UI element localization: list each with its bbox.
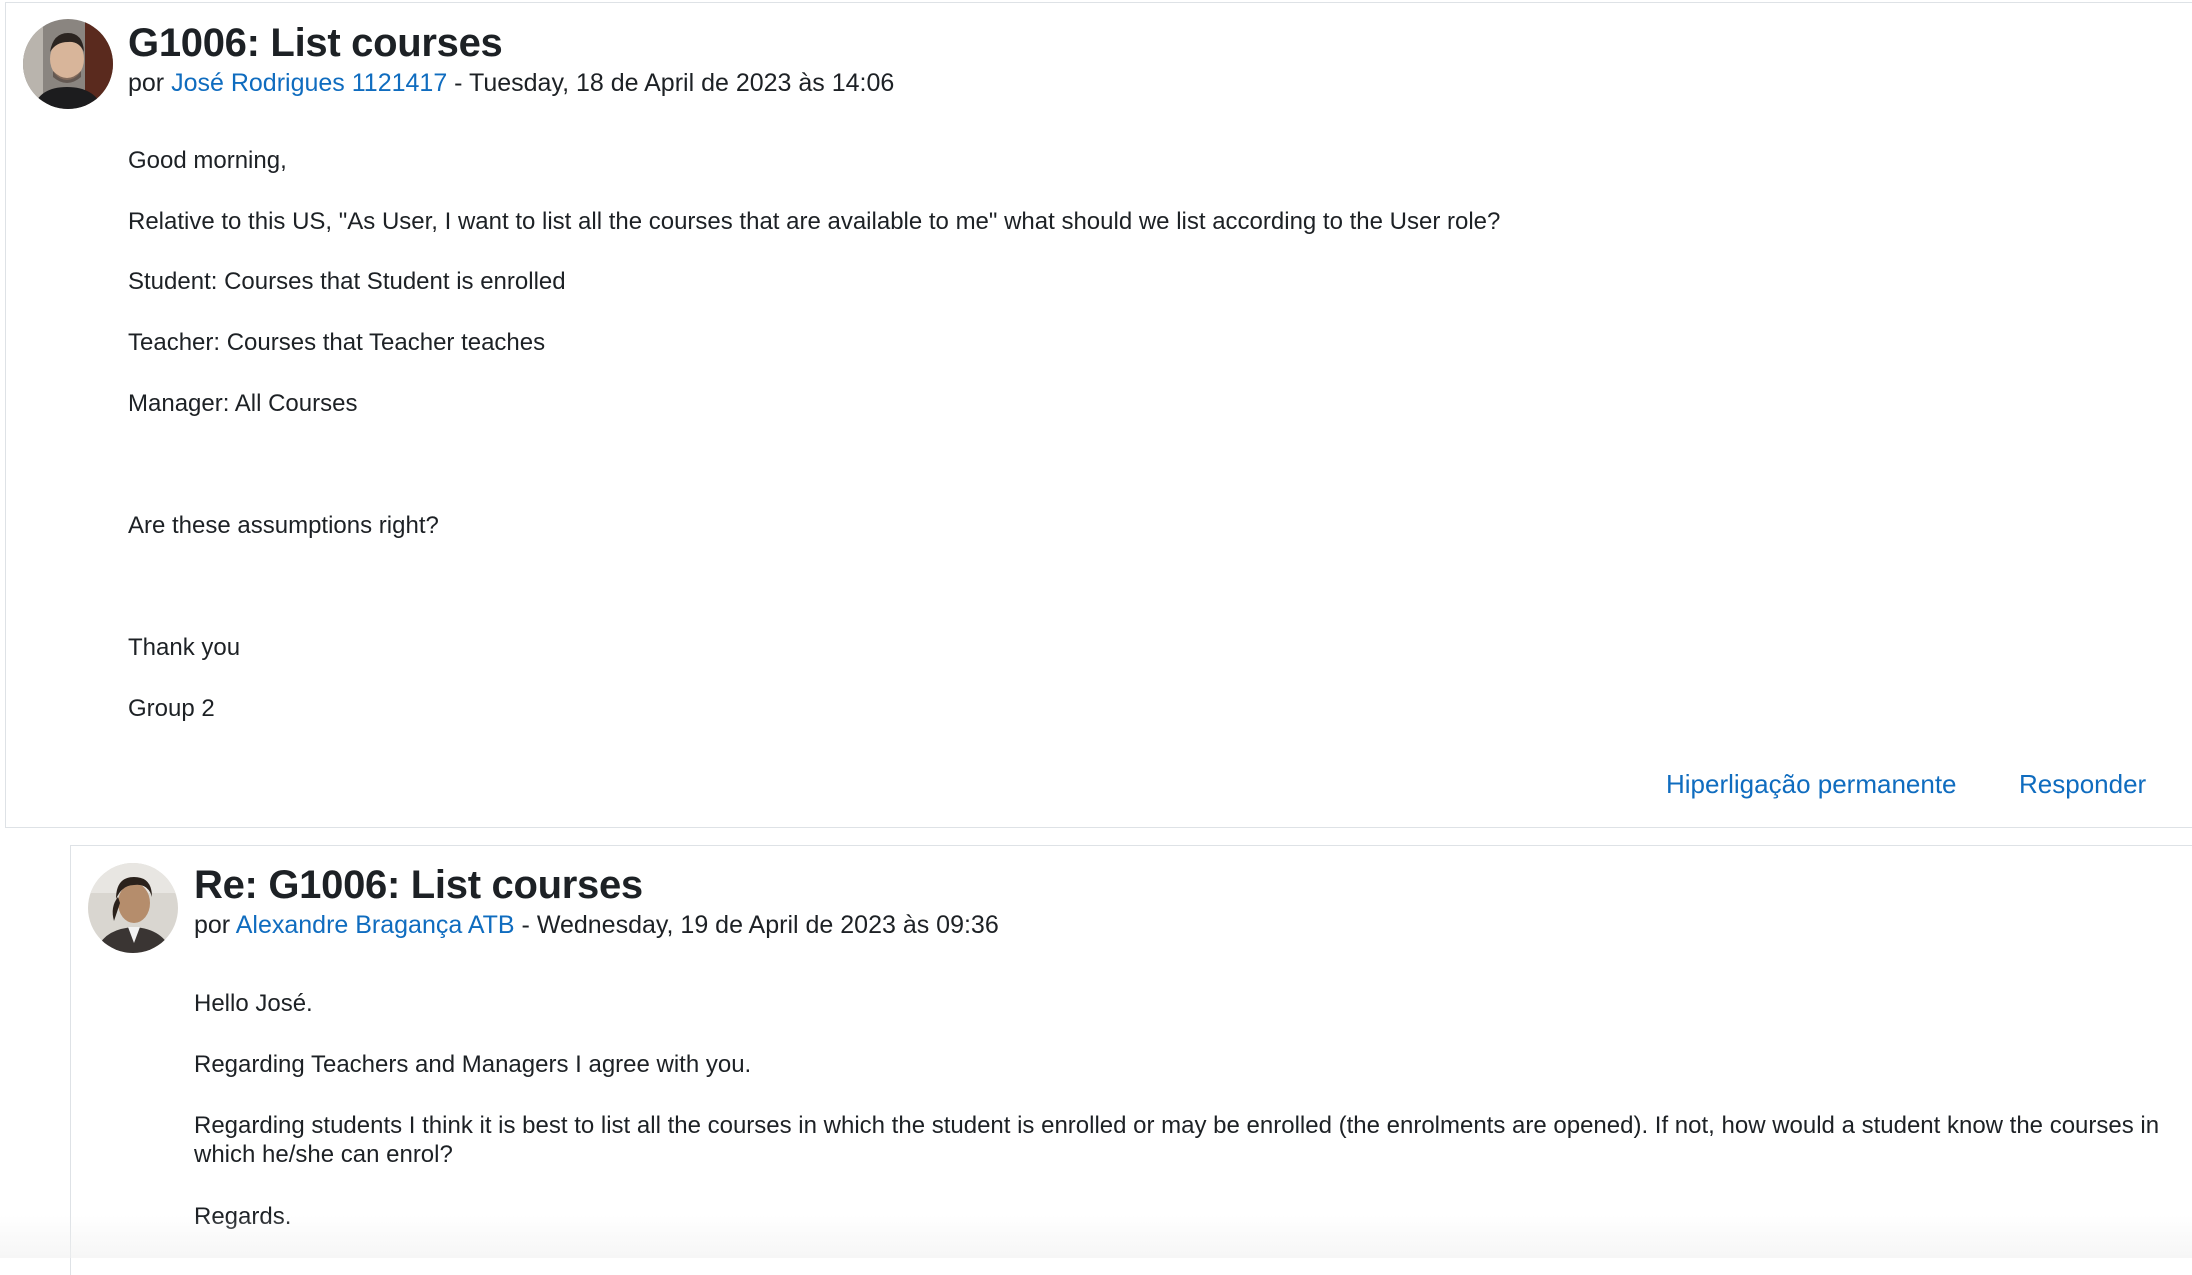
post-paragraph: Good morning, <box>128 147 287 174</box>
byline-prefix: por <box>128 69 165 97</box>
forum-post: G1006: List courses por José Rodrigues 1… <box>5 2 2192 828</box>
post-date: - Wednesday, 19 de April de 2023 às 09:3… <box>521 911 999 939</box>
post-paragraph: Regarding Teachers and Managers I agree … <box>194 1051 752 1078</box>
post-date: - Tuesday, 18 de April de 2023 às 14:06 <box>454 69 895 97</box>
user-photo-icon <box>23 19 113 109</box>
post-title: Re: G1006: List courses <box>194 863 643 907</box>
user-photo-icon <box>88 863 178 953</box>
author-avatar[interactable] <box>88 863 178 953</box>
post-paragraph: Relative to this US, "As User, I want to… <box>128 208 1501 235</box>
post-paragraph: Hello José. <box>194 990 313 1017</box>
forum-reply-post: Re: G1006: List courses por Alexandre Br… <box>70 845 2192 1275</box>
post-title: G1006: List courses <box>128 21 503 65</box>
post-paragraph: Regards. <box>194 1203 292 1230</box>
post-byline: por José Rodrigues 1121417 - Tuesday, 18… <box>128 69 894 98</box>
post-paragraph: Manager: All Courses <box>128 390 358 417</box>
permalink-link[interactable]: Hiperligação permanente <box>1666 769 1957 800</box>
author-link[interactable]: José Rodrigues 1121417 <box>171 69 447 97</box>
author-link[interactable]: Alexandre Bragança ATB <box>236 911 515 939</box>
post-paragraph: Student: Courses that Student is enrolle… <box>128 268 566 295</box>
post-paragraph: Regarding students I think it is best to… <box>194 1112 2160 1168</box>
post-paragraph: Thank you <box>128 634 241 661</box>
post-byline: por Alexandre Bragança ATB - Wednesday, … <box>194 911 999 940</box>
author-avatar[interactable] <box>23 19 113 109</box>
byline-prefix: por <box>194 911 231 939</box>
post-paragraph: Teacher: Courses that Teacher teaches <box>128 329 546 356</box>
post-paragraph: Are these assumptions right? <box>128 512 439 539</box>
post-paragraph: Group 2 <box>128 695 215 722</box>
reply-link[interactable]: Responder <box>2019 769 2146 800</box>
